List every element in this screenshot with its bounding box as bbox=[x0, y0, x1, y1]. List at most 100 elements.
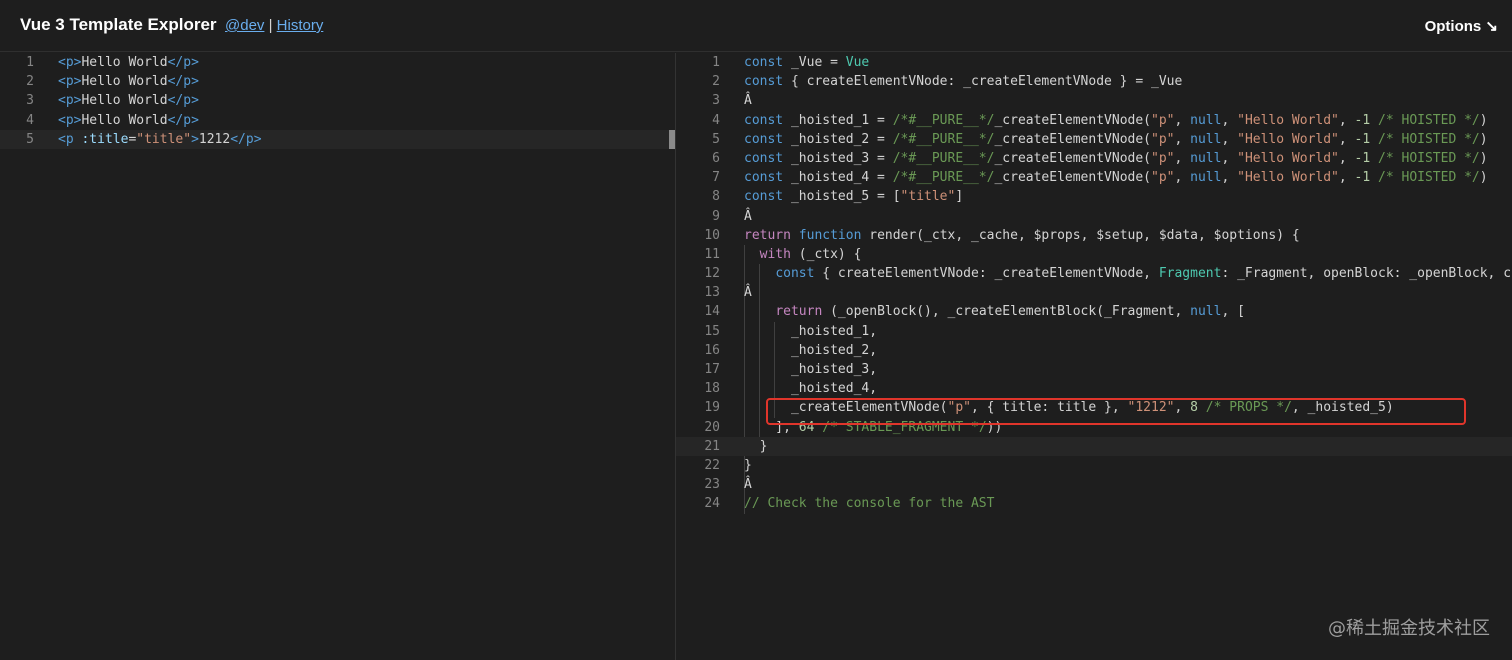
code-line[interactable]: 2 <p>Hello World</p> bbox=[0, 72, 675, 91]
code-line[interactable]: 6 const _hoisted_3 = /*#__PURE__*/_create… bbox=[676, 149, 1512, 168]
line-number: 1 bbox=[712, 55, 720, 70]
code-token: const bbox=[744, 189, 784, 205]
output-editor[interactable]: 1 const _Vue = Vue 2 const { createElementV… bbox=[676, 53, 1512, 660]
template-editor[interactable]: 1 <p>Hello World</p> 2 <p>Hello World</p> 3 <… bbox=[0, 53, 675, 660]
code-token: :title bbox=[81, 131, 129, 147]
code-token: > bbox=[253, 131, 262, 147]
line-text: } bbox=[744, 456, 752, 475]
line-number: 24 bbox=[704, 496, 720, 512]
code-token: (_openBlock(), _createElementBlock(_Frag… bbox=[822, 304, 1191, 320]
code-token: /* HOISTED */ bbox=[1370, 150, 1480, 166]
code-token: "title" bbox=[136, 131, 192, 147]
code-token: return bbox=[744, 227, 791, 243]
code-token: > bbox=[191, 74, 199, 90]
code-token: > bbox=[191, 55, 199, 70]
options-button[interactable]: Options ↘ bbox=[1425, 17, 1498, 35]
code-token: , bbox=[1174, 112, 1191, 128]
code-token: p bbox=[65, 112, 74, 128]
code-token: , bbox=[1338, 150, 1355, 166]
code-line[interactable]: 21 } bbox=[676, 436, 1512, 456]
line-number: 8 bbox=[712, 189, 720, 205]
code-line[interactable]: 9Â bbox=[676, 207, 1512, 226]
line-number: 3 bbox=[26, 93, 34, 109]
watermark: @稀土掘金技术社区 bbox=[1328, 618, 1490, 639]
code-token: Hello World bbox=[81, 74, 168, 90]
line-number: 4 bbox=[26, 112, 34, 128]
code-line[interactable]: 7 const _hoisted_4 = /*#__PURE__*/_create… bbox=[676, 168, 1512, 187]
code-line[interactable]: 12 const { createElementVNode: _createEl… bbox=[676, 264, 1512, 283]
code-line[interactable]: 5 const _hoisted_2 = /*#__PURE__*/_create… bbox=[676, 130, 1512, 149]
line-number: 9 bbox=[712, 208, 720, 224]
code-token: _createElementVNode( bbox=[994, 112, 1152, 128]
code-line[interactable]: 8 const _hoisted_5 = ["title"] bbox=[676, 187, 1512, 206]
code-token: , bbox=[1338, 112, 1355, 128]
code-line[interactable]: 18 _hoisted_4, bbox=[676, 379, 1512, 398]
code-token: p bbox=[65, 74, 74, 90]
code-line[interactable]: 2 const { createElementVNode: _createElem… bbox=[676, 72, 1512, 91]
code-line[interactable]: 24 // Check the console for the AST bbox=[676, 494, 1512, 513]
code-token: _createElementVNode( bbox=[994, 170, 1152, 186]
code-line[interactable]: 3Â bbox=[676, 91, 1512, 110]
code-token: , [ bbox=[1221, 304, 1245, 320]
app-header: Vue 3 Template Explorer @dev | History O… bbox=[0, 0, 1512, 52]
code-token: with bbox=[759, 246, 791, 262]
output-code[interactable]: 1 const _Vue = Vue 2 const { createElementV… bbox=[676, 53, 1512, 514]
code-token: < bbox=[58, 93, 66, 109]
line-text: return function render(_ctx, _cache, $pr… bbox=[744, 226, 1300, 245]
code-token: _hoisted_4 = bbox=[783, 170, 893, 186]
code-token: > bbox=[191, 112, 199, 128]
history-link[interactable]: History bbox=[277, 17, 324, 34]
code-line[interactable]: 4 const _hoisted_1 = /*#__PURE__*/_create… bbox=[676, 111, 1512, 130]
line-number: 20 bbox=[704, 419, 720, 435]
dev-link[interactable]: @dev bbox=[225, 17, 264, 34]
line-text: <p>Hello World</p> bbox=[58, 72, 199, 91]
code-line[interactable]: 3 <p>Hello World</p> bbox=[0, 91, 675, 110]
line-number: 5 bbox=[26, 131, 34, 147]
code-token: > bbox=[191, 131, 199, 147]
code-token: _createElementVNode( bbox=[994, 131, 1152, 147]
template-code[interactable]: 1 <p>Hello World</p> 2 <p>Hello World</p> 3 <… bbox=[0, 53, 675, 149]
line-text: Â bbox=[744, 207, 752, 226]
code-token: _hoisted_5 = [ bbox=[783, 189, 901, 205]
code-token: p bbox=[183, 93, 192, 109]
code-token: // Check the console for the AST bbox=[744, 496, 995, 512]
code-line[interactable]: 17 _hoisted_3, bbox=[676, 360, 1512, 379]
line-text: <p>Hello World</p> bbox=[58, 91, 199, 110]
code-token: , bbox=[1221, 170, 1238, 186]
code-line[interactable]: 15 _hoisted_1, bbox=[676, 322, 1512, 341]
highlight-annotation bbox=[766, 398, 1466, 425]
code-line[interactable]: 16 _hoisted_2, bbox=[676, 341, 1512, 360]
code-token: /* HOISTED */ bbox=[1370, 170, 1480, 186]
code-line[interactable]: 14 return (_openBlock(), _createElementB… bbox=[676, 302, 1512, 321]
code-line[interactable]: 11 with (_ctx) { bbox=[676, 245, 1512, 264]
line-number: 15 bbox=[704, 323, 720, 339]
line-text: return (_openBlock(), _createElementBloc… bbox=[744, 302, 1245, 321]
code-token: , bbox=[1338, 131, 1355, 147]
code-line[interactable]: 13 Â bbox=[676, 283, 1512, 302]
line-number: 11 bbox=[704, 246, 720, 262]
line-number: 12 bbox=[704, 266, 720, 282]
code-token: < bbox=[58, 55, 66, 70]
code-token: _Vue = bbox=[783, 55, 846, 70]
code-token: _hoisted_3, bbox=[744, 362, 878, 377]
code-line[interactable]: 1 <p>Hello World</p> bbox=[0, 53, 675, 72]
code-token: p bbox=[183, 74, 192, 90]
code-line[interactable]: 5 <p :title="title">1212</p> bbox=[0, 129, 675, 149]
code-token: /*#__PURE__*/ bbox=[892, 150, 995, 166]
code-token: _hoisted_1, bbox=[744, 323, 878, 339]
line-text: const _hoisted_1 = /*#__PURE__*/_createE… bbox=[744, 111, 1488, 130]
line-number: 16 bbox=[704, 342, 720, 358]
code-line[interactable]: 23 Â bbox=[676, 475, 1512, 494]
code-token: const bbox=[744, 170, 784, 186]
line-number: 14 bbox=[704, 304, 720, 320]
code-line[interactable]: 22} bbox=[676, 456, 1512, 475]
code-token: , bbox=[1338, 170, 1355, 186]
code-line[interactable]: 4 <p>Hello World</p> bbox=[0, 111, 675, 130]
code-line[interactable]: 10 return function render(_ctx, _cache, $… bbox=[676, 226, 1512, 245]
code-line[interactable]: 1 const _Vue = Vue bbox=[676, 53, 1512, 72]
code-token: const bbox=[744, 55, 784, 70]
code-token: _hoisted_2, bbox=[744, 342, 878, 358]
